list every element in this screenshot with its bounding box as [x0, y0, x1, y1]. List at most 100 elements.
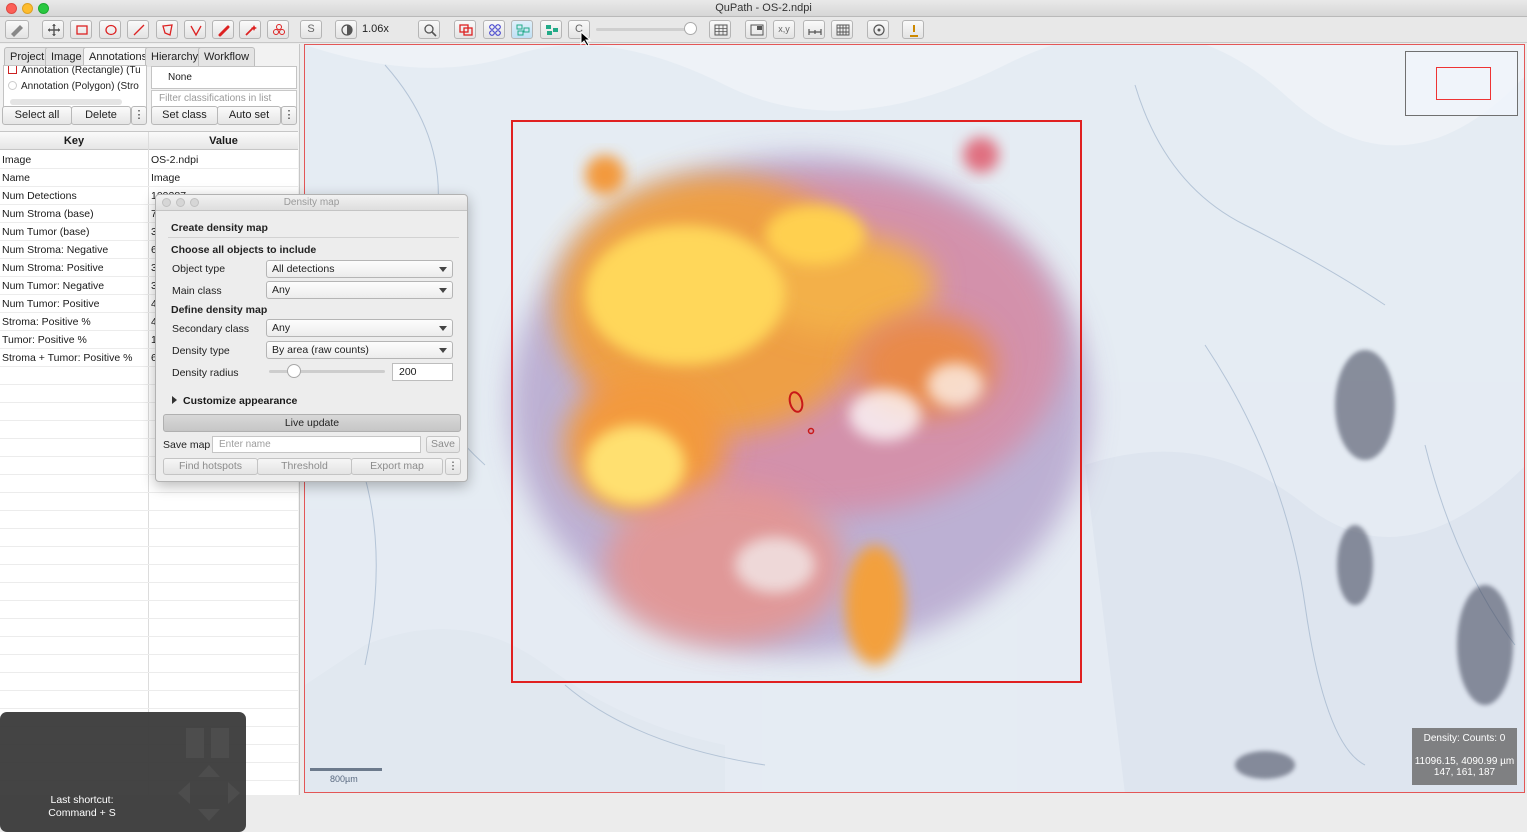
show-tma-grid-button[interactable]: [483, 20, 505, 39]
find-hotspots-button[interactable]: Find hotspots: [163, 458, 258, 475]
zoom-to-fit-button[interactable]: [418, 20, 440, 39]
secondary-class-select[interactable]: Any: [266, 319, 453, 337]
brush-tool-button[interactable]: [212, 20, 234, 39]
rectangle-tool-button[interactable]: [70, 20, 92, 39]
heading-divider: [168, 237, 459, 238]
polygon-tool-button[interactable]: [156, 20, 178, 39]
grid-button[interactable]: [709, 20, 731, 39]
save-map-label: Save map: [163, 439, 211, 451]
class-more-button[interactable]: ⋮: [281, 106, 297, 125]
contrast-icon: [341, 24, 353, 36]
dialog-minimize-button[interactable]: [176, 198, 185, 207]
empty-table-row: [0, 583, 298, 601]
list-item[interactable]: Annotation (Polygon) (Stro: [8, 80, 139, 94]
customize-appearance-toggle[interactable]: Customize appearance: [172, 395, 297, 407]
log-button[interactable]: [902, 20, 924, 39]
property-key: Num Stroma: Negative: [2, 244, 109, 256]
property-value: OS-2.ndpi: [151, 154, 199, 166]
delete-button[interactable]: Delete: [71, 106, 131, 125]
dialog-maximize-button[interactable]: [190, 198, 199, 207]
object-type-select[interactable]: All detections: [266, 260, 453, 278]
points-tool-button[interactable]: [267, 20, 289, 39]
overview-button[interactable]: [745, 20, 767, 39]
dialog-more-button[interactable]: ⋮: [445, 458, 461, 475]
chevron-down-icon: [439, 326, 447, 331]
save-map-button[interactable]: Save: [426, 436, 460, 453]
chevron-down-icon: [439, 267, 447, 272]
opacity-slider-track[interactable]: [596, 28, 692, 31]
annotation-list[interactable]: Annotation (Rectangle) (Tu Annotation (P…: [3, 65, 147, 110]
table-header: Key Value: [0, 132, 298, 150]
set-class-button[interactable]: Set class: [151, 106, 218, 125]
tab-workflow[interactable]: Workflow: [198, 47, 256, 67]
dialog-close-button[interactable]: [162, 198, 171, 207]
export-map-button[interactable]: Export map: [351, 458, 443, 475]
main-class-select[interactable]: Any: [266, 281, 453, 299]
last-shortcut-overlay: Last shortcut: Command + S: [0, 712, 246, 832]
classification-list[interactable]: None: [151, 66, 297, 89]
annotation-list-scrollbar[interactable]: [10, 99, 122, 105]
tab-annotations[interactable]: Annotations: [83, 47, 154, 67]
show-detections-button[interactable]: [511, 20, 533, 39]
map-name-input[interactable]: Enter name: [212, 436, 421, 453]
select-all-button[interactable]: Select all: [2, 106, 72, 125]
create-heading: Create density map: [171, 222, 268, 234]
ellipse-tool-button[interactable]: [99, 20, 121, 39]
annotation-more-button[interactable]: ⋮: [131, 106, 147, 125]
scalebar-button[interactable]: [803, 20, 825, 39]
fill-detections-button[interactable]: [540, 20, 562, 39]
measurement-button[interactable]: [867, 20, 889, 39]
value-column-header[interactable]: Value: [149, 132, 298, 150]
empty-table-row: [0, 637, 298, 655]
close-window-button[interactable]: [6, 3, 17, 14]
overview-thumbnail[interactable]: [1405, 51, 1518, 116]
tab-project[interactable]: Project: [4, 47, 51, 67]
line-tool-button[interactable]: [127, 20, 149, 39]
location-info: Density: Counts: 0 11096.15, 4090.99 µm …: [1412, 728, 1517, 785]
tab-image[interactable]: Image: [45, 47, 88, 67]
empty-table-row: [0, 529, 298, 547]
table-row[interactable]: Image OS-2.ndpi: [0, 151, 298, 169]
grid-icon: [714, 24, 728, 36]
density-map-dialog[interactable]: Density map Create density map Choose al…: [155, 194, 468, 482]
threshold-button[interactable]: Threshold: [257, 458, 352, 475]
line-icon: [133, 24, 145, 36]
location-button[interactable]: x,y: [773, 20, 795, 39]
selection-icon: S: [307, 23, 315, 35]
triangle-right-icon: [172, 396, 177, 404]
measurement-manager-button[interactable]: [5, 20, 29, 39]
density-type-select[interactable]: By area (raw counts): [266, 341, 453, 359]
arrow-keys-icon: [178, 765, 240, 821]
key-column-header[interactable]: Key: [0, 132, 148, 150]
overview-viewport-box[interactable]: [1436, 67, 1491, 100]
table-row[interactable]: Name Image: [0, 169, 298, 187]
opacity-slider-thumb[interactable]: [684, 22, 697, 35]
auto-set-button[interactable]: Auto set: [217, 106, 281, 125]
property-key: Stroma: Positive %: [2, 316, 91, 328]
annotation-color-swatch: [8, 66, 17, 74]
image-viewer[interactable]: [304, 44, 1525, 793]
maximize-window-button[interactable]: [38, 3, 49, 14]
selection-mode-button[interactable]: S: [300, 20, 322, 39]
property-key: Num Tumor: Positive: [2, 298, 100, 310]
tab-hierarchy[interactable]: Hierarchy: [145, 47, 205, 67]
overview-icon: [750, 24, 764, 36]
dialog-titlebar[interactable]: Density map: [156, 195, 467, 211]
list-item[interactable]: Annotation (Rectangle) (Tu: [8, 66, 141, 78]
rectangle-icon: [76, 25, 88, 35]
empty-table-row: [0, 547, 298, 565]
window-title: QuPath - OS-2.ndpi: [715, 2, 812, 14]
minimize-window-button[interactable]: [22, 3, 33, 14]
property-value: Image: [151, 172, 181, 184]
counting-grid-button[interactable]: [831, 20, 853, 39]
polyline-tool-button[interactable]: [184, 20, 206, 39]
density-radius-input[interactable]: 200: [392, 363, 453, 381]
wand-tool-button[interactable]: [239, 20, 261, 39]
live-update-button[interactable]: Live update: [163, 414, 461, 432]
brightness-contrast-button[interactable]: [335, 20, 357, 39]
show-annotations-button[interactable]: [454, 20, 476, 39]
chevron-down-icon: [439, 288, 447, 293]
density-radius-slider-thumb[interactable]: [287, 364, 301, 378]
xy-icon: x,y: [778, 24, 790, 34]
move-tool-button[interactable]: [42, 20, 64, 39]
